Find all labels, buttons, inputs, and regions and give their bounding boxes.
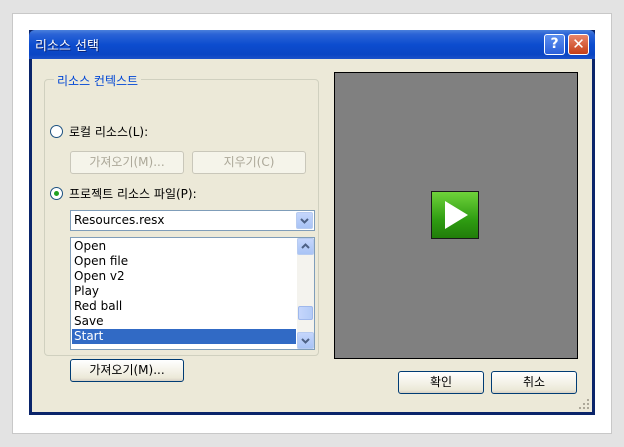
import-button-disabled[interactable]: 가져오기(M)...: [70, 151, 184, 174]
scroll-thumb[interactable]: [298, 306, 313, 320]
cancel-button[interactable]: 취소: [491, 371, 577, 394]
project-resource-radio[interactable]: [50, 187, 63, 200]
resource-file-value: Resources.resx: [74, 213, 165, 227]
play-triangle-icon: [445, 201, 468, 229]
chevron-down-icon: [301, 338, 310, 344]
project-resource-option[interactable]: 프로젝트 리소스 파일(P):: [50, 185, 197, 202]
title-bar[interactable]: 리소스 선택 ? ✕: [29, 30, 595, 59]
resource-preview-panel: [334, 72, 578, 359]
clear-button[interactable]: 지우기(C): [192, 151, 306, 174]
local-resource-label: 로컬 리소스(L):: [69, 125, 149, 139]
resize-grip-icon[interactable]: [578, 398, 590, 410]
group-legend: 리소스 컨텍스트: [54, 72, 142, 89]
dropdown-arrow-button[interactable]: [296, 212, 313, 229]
local-resource-option[interactable]: 로컬 리소스(L):: [50, 123, 148, 140]
list-item[interactable]: Open: [72, 239, 296, 254]
chevron-down-icon: [300, 218, 309, 224]
green-play-icon: [431, 191, 479, 239]
help-button[interactable]: ?: [544, 34, 565, 55]
list-item[interactable]: Save: [72, 314, 296, 329]
question-mark-icon: ?: [550, 36, 559, 52]
project-resource-label: 프로젝트 리소스 파일(P):: [69, 187, 197, 201]
list-item[interactable]: Open v2: [72, 269, 296, 284]
resource-file-dropdown[interactable]: Resources.resx: [70, 210, 315, 231]
list-item[interactable]: Open file: [72, 254, 296, 269]
scroll-up-button[interactable]: [297, 238, 314, 255]
resource-listbox[interactable]: Open Open file Open v2 Play Red ball Sav…: [70, 237, 315, 350]
scroll-down-button[interactable]: [297, 332, 314, 349]
list-scrollbar[interactable]: [297, 238, 314, 349]
dialog-body: 리소스 컨텍스트 로컬 리소스(L): 가져오기(M)... 지우기(C) 프로…: [32, 59, 592, 412]
list-item[interactable]: Play: [72, 284, 296, 299]
import-button[interactable]: 가져오기(M)...: [70, 359, 184, 382]
dialog-title: 리소스 선택: [35, 39, 99, 54]
list-item-selected[interactable]: Start: [72, 329, 296, 344]
local-resource-radio[interactable]: [50, 125, 63, 138]
list-item[interactable]: Red ball: [72, 299, 296, 314]
resource-select-dialog: 리소스 선택 ? ✕ 리소스 컨텍스트 로컬 리소스(L): 가져오기(M)..…: [29, 30, 595, 415]
close-x-icon: ✕: [572, 35, 585, 53]
close-button[interactable]: ✕: [568, 34, 589, 55]
ok-button[interactable]: 확인: [398, 371, 484, 394]
chevron-up-icon: [301, 243, 310, 249]
